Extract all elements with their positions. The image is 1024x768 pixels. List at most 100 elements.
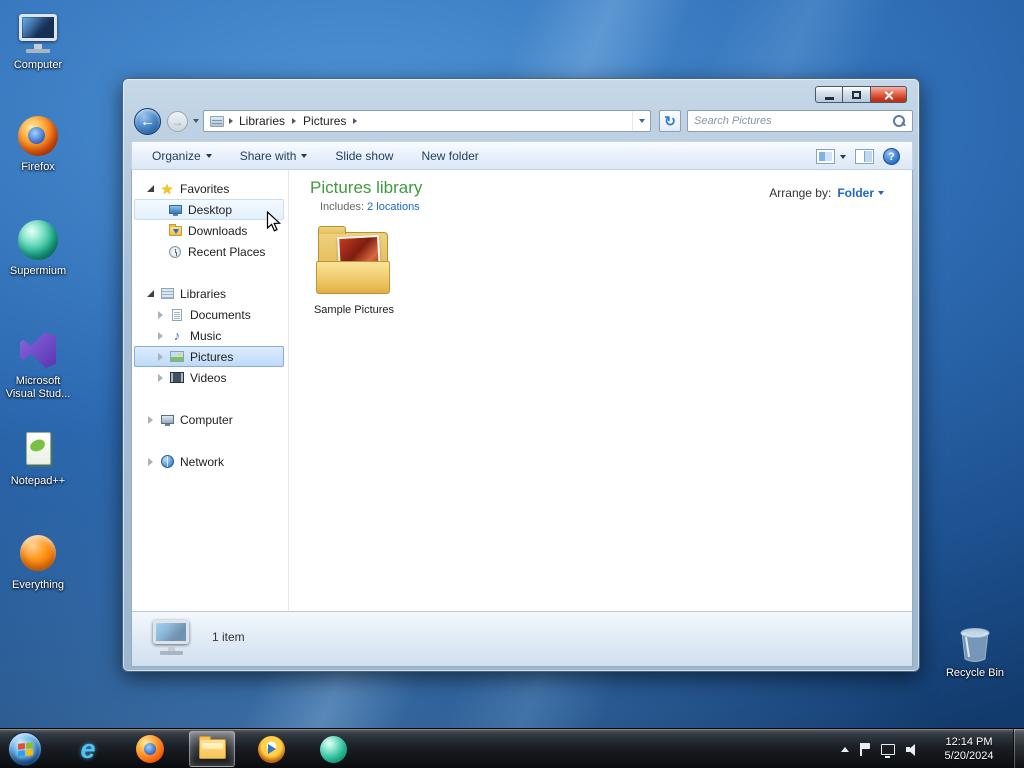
- explorer-window: ← → Libraries Pictures ↻ Organize Share …: [122, 78, 920, 672]
- taskbar-item-explorer[interactable]: [189, 731, 235, 767]
- search-input[interactable]: [694, 112, 892, 130]
- desktop-icon-computer[interactable]: Computer: [0, 12, 76, 72]
- search-box[interactable]: [687, 110, 913, 132]
- expander-icon[interactable]: [145, 457, 155, 466]
- forward-arrow-icon: →: [171, 114, 184, 129]
- tree-item-recent-places[interactable]: Recent Places: [134, 241, 284, 262]
- share-with-button[interactable]: Share with: [240, 149, 308, 163]
- tree-item-documents[interactable]: Documents: [134, 304, 284, 325]
- close-button[interactable]: [871, 86, 907, 103]
- arrange-by-value: Folder: [837, 186, 874, 200]
- tree-label: Downloads: [188, 223, 248, 238]
- address-bar[interactable]: Libraries Pictures: [203, 110, 651, 132]
- arrange-by-dropdown[interactable]: Folder: [837, 186, 884, 200]
- clock-time: 12:14 PM: [945, 736, 993, 748]
- desktop-icon-label: Notepad++: [10, 475, 66, 487]
- tree-label: Pictures: [190, 349, 234, 364]
- tree-item-computer[interactable]: Computer: [134, 409, 284, 430]
- maximize-button[interactable]: [843, 86, 871, 103]
- desktop-icon-label: Computer: [13, 59, 63, 71]
- internet-explorer-icon: e: [80, 733, 96, 764]
- expander-icon[interactable]: [155, 331, 165, 340]
- back-button[interactable]: ←: [134, 108, 161, 135]
- chevron-down-icon: [301, 153, 308, 158]
- tree-label: Videos: [190, 370, 227, 385]
- breadcrumb-separator-icon[interactable]: [292, 118, 297, 124]
- videos-icon: [169, 370, 185, 386]
- computer-icon: [15, 12, 61, 56]
- minimize-button[interactable]: [815, 86, 843, 103]
- caption-buttons: [815, 86, 907, 103]
- recycle-bin-icon: [952, 620, 998, 664]
- expander-icon[interactable]: [155, 373, 165, 382]
- expander-icon[interactable]: [145, 415, 155, 424]
- volume-icon[interactable]: [906, 743, 920, 756]
- show-desktop-button[interactable]: [1013, 729, 1024, 768]
- documents-icon: [169, 307, 185, 323]
- expander-icon[interactable]: [155, 352, 165, 361]
- desktop-icon-label: Recycle Bin: [945, 667, 1005, 679]
- expander-icon[interactable]: [145, 185, 155, 192]
- breadcrumb-item-libraries[interactable]: Libraries: [233, 111, 291, 131]
- taskbar-item-firefox[interactable]: [130, 731, 170, 767]
- preview-pane-button[interactable]: [855, 149, 874, 164]
- taskbar-item-supermium[interactable]: [313, 731, 353, 767]
- tree-item-videos[interactable]: Videos: [134, 367, 284, 388]
- start-button[interactable]: [8, 732, 42, 766]
- desktop: Computer Firefox Supermium Microsoft Vis…: [0, 0, 1024, 768]
- desktop-icon-supermium[interactable]: Supermium: [0, 218, 76, 278]
- downloads-icon: [167, 223, 183, 239]
- desktop-icon-label: Everything: [12, 579, 64, 591]
- supermium-icon: [15, 218, 61, 262]
- arrange-by-label: Arrange by:: [769, 186, 832, 200]
- tree-item-network[interactable]: Network: [134, 451, 284, 472]
- help-icon: ?: [888, 150, 895, 163]
- new-folder-button[interactable]: New folder: [421, 149, 478, 163]
- desktop-icon-visual-studio[interactable]: Microsoft Visual Stud...: [0, 328, 76, 401]
- recent-pages-dropdown[interactable]: [193, 119, 199, 123]
- file-item-label: Sample Pictures: [313, 304, 395, 316]
- tree-item-favorites[interactable]: ★ Favorites: [134, 178, 284, 199]
- tray-expand-chevron-icon[interactable]: [841, 746, 849, 752]
- desktop-icon-recycle-bin[interactable]: Recycle Bin: [937, 620, 1013, 680]
- refresh-icon: ↻: [664, 112, 676, 129]
- taskbar-item-internet-explorer[interactable]: e: [68, 731, 108, 767]
- forward-button[interactable]: →: [167, 111, 188, 132]
- taskbar-item-media-player[interactable]: [251, 731, 291, 767]
- address-history-dropdown[interactable]: [632, 111, 650, 131]
- windows-logo-icon: [17, 741, 33, 757]
- page-title: Pictures library: [310, 178, 423, 197]
- includes-locations-link[interactable]: 2 locations: [367, 201, 420, 213]
- tree-item-desktop[interactable]: Desktop: [134, 199, 284, 220]
- help-button[interactable]: ?: [883, 148, 900, 165]
- search-icon[interactable]: [892, 114, 906, 128]
- tree-item-pictures[interactable]: Pictures: [134, 346, 284, 367]
- change-view-button[interactable]: [816, 149, 846, 164]
- recent-places-icon: [167, 244, 183, 260]
- system-tray: [841, 729, 920, 768]
- slide-show-button[interactable]: Slide show: [335, 149, 393, 163]
- organize-button[interactable]: Organize: [152, 149, 212, 163]
- desktop-icon-everything[interactable]: Everything: [0, 532, 76, 592]
- maximize-icon: [852, 90, 861, 99]
- tree-label: Computer: [180, 412, 233, 427]
- tree-item-music[interactable]: ♪ Music: [134, 325, 284, 346]
- breadcrumb-item-pictures[interactable]: Pictures: [297, 111, 352, 131]
- desktop-icon-label: Firefox: [21, 161, 55, 173]
- expander-icon[interactable]: [155, 310, 165, 319]
- details-icon: [150, 619, 194, 657]
- desktop-icon-firefox[interactable]: Firefox: [0, 114, 76, 174]
- refresh-button[interactable]: ↻: [659, 110, 681, 132]
- chevron-down-icon: [878, 191, 884, 195]
- expander-icon[interactable]: [145, 290, 155, 297]
- desktop-icon-notepad-plus-plus[interactable]: Notepad++: [0, 428, 76, 488]
- clock[interactable]: 12:14 PM 5/20/2024: [930, 735, 1008, 763]
- action-center-icon[interactable]: [860, 742, 870, 756]
- tree-item-downloads[interactable]: Downloads: [134, 220, 284, 241]
- network-status-icon[interactable]: [881, 743, 895, 758]
- breadcrumb-separator-icon[interactable]: [353, 118, 358, 124]
- includes-label: Includes:: [320, 201, 365, 213]
- tree-label: Network: [180, 454, 225, 469]
- file-item-sample-pictures[interactable]: Sample Pictures: [298, 220, 410, 316]
- tree-item-libraries[interactable]: Libraries: [134, 283, 284, 304]
